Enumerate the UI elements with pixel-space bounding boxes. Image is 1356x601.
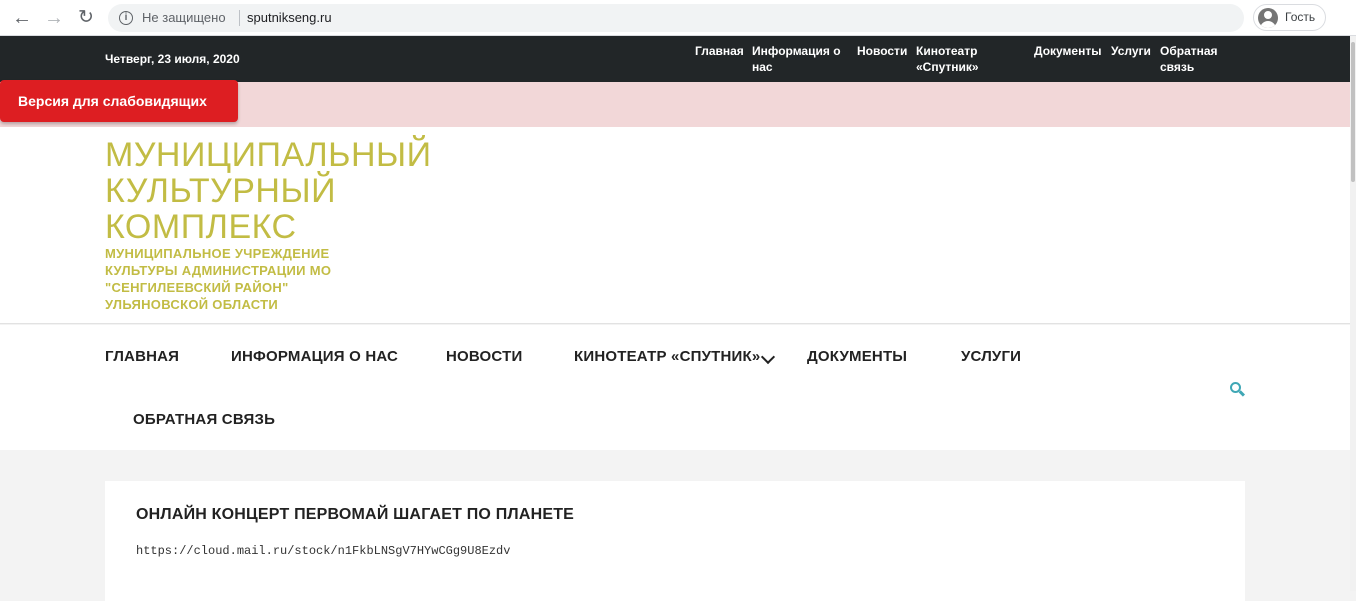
forward-arrow-icon[interactable]: → — [42, 6, 66, 30]
browser-toolbar: ← → ↻ i Не защищено sputnikseng.ru Гость — [0, 0, 1356, 36]
chevron-down-icon[interactable] — [760, 349, 776, 365]
topnav-feedback[interactable]: Обратная связь — [1160, 43, 1230, 75]
search-icon[interactable] — [1230, 382, 1246, 397]
nav-feedback[interactable]: ОБРАТНАЯ СВЯЗЬ — [133, 411, 275, 428]
profile-button[interactable]: Гость — [1253, 4, 1326, 31]
address-bar[interactable]: i Не защищено sputnikseng.ru — [108, 4, 1244, 32]
topnav-home[interactable]: Главная — [695, 43, 745, 59]
url-text[interactable]: sputnikseng.ru — [247, 10, 332, 25]
site-subtitle: МУНИЦИПАЛЬНОЕ УЧРЕЖДЕНИЕ КУЛЬТУРЫ АДМИНИ… — [105, 246, 332, 312]
site-title[interactable]: МУНИЦИПАЛЬНЫЙ КУЛЬТУРНЫЙ КОМПЛЕКС — [105, 137, 431, 245]
info-icon[interactable]: i — [119, 11, 133, 25]
back-arrow-icon[interactable]: ← — [10, 6, 34, 30]
topnav-about[interactable]: Информация о нас — [752, 43, 847, 75]
topnav-cinema[interactable]: Кинотеатр «Спутник» — [916, 43, 1006, 75]
scrollbar-thumb[interactable] — [1351, 42, 1355, 182]
top-bar: Четверг, 23 июля, 2020 Главная Информаци… — [0, 36, 1350, 82]
main-navigation: ГЛАВНАЯ ИНФОРМАЦИЯ О НАС НОВОСТИ КИНОТЕА… — [0, 325, 1350, 450]
avatar-icon — [1258, 8, 1278, 28]
nav-news[interactable]: НОВОСТИ — [446, 348, 522, 365]
nav-cinema[interactable]: КИНОТЕАТР «СПУТНИК» — [574, 348, 760, 365]
security-label[interactable]: Не защищено — [142, 10, 226, 25]
post-title[interactable]: ОНЛАЙН КОНЦЕРТ ПЕРВОМАЙ ШАГАЕТ ПО ПЛАНЕТ… — [136, 506, 574, 524]
nav-documents[interactable]: ДОКУМЕНТЫ — [807, 348, 907, 365]
profile-label: Гость — [1285, 10, 1316, 24]
post-card: ОНЛАЙН КОНЦЕРТ ПЕРВОМАЙ ШАГАЕТ ПО ПЛАНЕТ… — [105, 481, 1245, 601]
site-header: МУНИЦИПАЛЬНЫЙ КУЛЬТУРНЫЙ КОМПЛЕКС МУНИЦИ… — [0, 127, 1350, 324]
content-area: ОНЛАЙН КОНЦЕРТ ПЕРВОМАЙ ШАГАЕТ ПО ПЛАНЕТ… — [0, 450, 1350, 601]
topnav-documents[interactable]: Документы — [1034, 43, 1106, 59]
omnibox-divider — [239, 10, 240, 26]
topnav-news[interactable]: Новости — [857, 43, 912, 59]
low-vision-version-button[interactable]: Версия для слабовидящих — [0, 80, 238, 122]
nav-home[interactable]: ГЛАВНАЯ — [105, 348, 179, 365]
topnav-services[interactable]: Услуги — [1111, 43, 1156, 59]
nav-services[interactable]: УСЛУГИ — [961, 348, 1021, 365]
page-scrollbar[interactable] — [1350, 36, 1356, 591]
nav-about[interactable]: ИНФОРМАЦИЯ О НАС — [231, 348, 398, 365]
post-link[interactable]: https://cloud.mail.ru/stock/n1FkbLNSgV7H… — [136, 544, 510, 558]
current-date: Четверг, 23 июля, 2020 — [105, 52, 240, 66]
reload-icon[interactable]: ↻ — [74, 6, 98, 30]
